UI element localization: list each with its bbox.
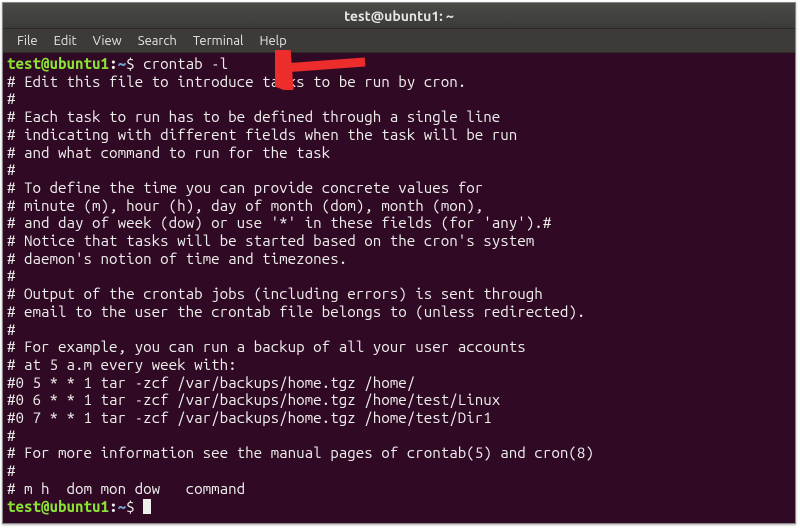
output-line: # For more information see the manual pa…: [7, 444, 594, 461]
prompt-dollar: $: [126, 55, 143, 72]
output-line: # minute (m), hour (h), day of month (do…: [7, 197, 483, 214]
output-line: #0 5 * * 1 tar -zcf /var/backups/home.tg…: [7, 374, 415, 391]
output-line: # For example, you can run a backup of a…: [7, 338, 526, 355]
output-line: #: [7, 462, 24, 479]
output-line: #: [7, 321, 24, 338]
menubar: File Edit View Search Terminal Help: [3, 29, 795, 53]
prompt-colon: :: [109, 498, 118, 515]
output-line: # indicating with different fields when …: [7, 126, 517, 143]
prompt-dollar: $: [126, 498, 143, 515]
menu-help[interactable]: Help: [251, 32, 294, 50]
output-line: # Notice that tasks will be started base…: [7, 232, 534, 249]
menu-search[interactable]: Search: [130, 32, 185, 50]
output-line: #0 6 * * 1 tar -zcf /var/backups/home.tg…: [7, 391, 500, 408]
output-line: # at 5 a.m every week with:: [7, 356, 237, 373]
cursor-block: [143, 499, 151, 514]
command-text: crontab -l: [143, 55, 228, 72]
menu-file[interactable]: File: [9, 32, 46, 50]
output-line: # and day of week (dow) or use '*' in th…: [7, 214, 551, 231]
output-line: # To define the time you can provide con…: [7, 179, 483, 196]
output-line: # m h dom mon dow command: [7, 480, 245, 497]
output-line: # and what command to run for the task: [7, 144, 330, 161]
output-line: #: [7, 90, 24, 107]
menu-edit[interactable]: Edit: [46, 32, 85, 50]
prompt-path: ~: [118, 55, 127, 72]
window-titlebar: test@ubuntu1: ~: [3, 3, 795, 29]
window-title: test@ubuntu1: ~: [344, 8, 454, 24]
output-line: # Output of the crontab jobs (including …: [7, 285, 543, 302]
prompt-colon: :: [109, 55, 118, 72]
prompt-userhost: test@ubuntu1: [7, 55, 109, 72]
output-line: #: [7, 161, 24, 178]
menu-terminal[interactable]: Terminal: [185, 32, 252, 50]
output-line: # Edit this file to introduce tasks to b…: [7, 73, 466, 90]
output-line: #0 7 * * 1 tar -zcf /var/backups/home.tg…: [7, 409, 492, 426]
output-line: #: [7, 267, 24, 284]
output-line: #: [7, 427, 24, 444]
terminal-window: test@ubuntu1: ~ File Edit View Search Te…: [2, 2, 796, 524]
prompt-userhost: test@ubuntu1: [7, 498, 109, 515]
terminal-content[interactable]: test@ubuntu1:~$ crontab -l # Edit this f…: [3, 53, 795, 523]
output-line: # Each task to run has to be defined thr…: [7, 108, 500, 125]
prompt-path: ~: [118, 498, 127, 515]
output-line: # daemon's notion of time and timezones.: [7, 250, 347, 267]
output-line: # email to the user the crontab file bel…: [7, 303, 585, 320]
menu-view[interactable]: View: [85, 32, 130, 50]
